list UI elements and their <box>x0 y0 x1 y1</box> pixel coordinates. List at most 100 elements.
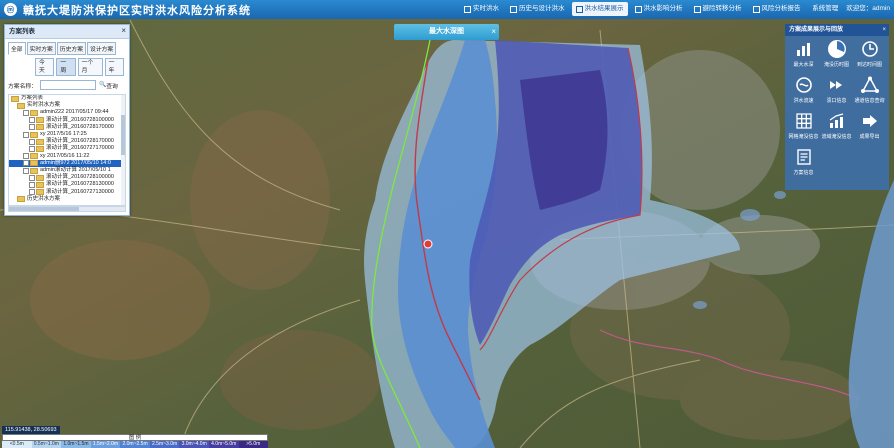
folder-icon <box>36 138 44 145</box>
tree-checkbox[interactable] <box>29 117 35 124</box>
search-row: 方案名称： 🔍 查询 <box>8 80 126 90</box>
tree-checkbox[interactable] <box>29 182 35 189</box>
legend-class-6: 3.0m~4.0m <box>179 441 209 448</box>
time-button-3[interactable]: 一年 <box>104 58 124 76</box>
nav-item-label: 避险转移分析 <box>702 5 742 12</box>
scheme-list-panel: × 方案列表 全部 实时方案 历史方案 设计方案 今天 一周 一个月 一年 方案名称： 🔍 … <box>4 24 130 216</box>
result-tool-label: 到达时间图 <box>856 62 882 68</box>
export-icon <box>859 110 881 132</box>
folder-icon <box>30 131 38 138</box>
folder-icon <box>17 102 25 109</box>
tree-checkbox[interactable] <box>23 160 29 167</box>
nav-item-0[interactable]: 实时洪水 <box>460 2 503 16</box>
nav-item-4[interactable]: 避险转移分析 <box>690 2 746 16</box>
system-manage-link[interactable]: 系统管理 <box>812 2 838 16</box>
tree-checkbox[interactable] <box>23 110 29 116</box>
tree-node[interactable]: xy 2017/05/16 11:22 <box>9 153 125 160</box>
result-tool-label: 最大水深 <box>793 62 814 68</box>
legend-class-3: 1.5m~2.0m <box>90 441 121 448</box>
tree-node[interactable]: 滚动计算_20160727130000 <box>9 189 125 196</box>
result-tool-9[interactable]: 方案信息 <box>787 146 820 182</box>
time-button-2[interactable]: 一个月 <box>77 58 103 76</box>
tree-node-label: xy 2017/05/16 11:22 <box>40 152 90 159</box>
result-tool-label: 洪水流速 <box>793 98 814 104</box>
scheme-tab-3[interactable]: 设计方案 <box>87 42 117 55</box>
result-tool-0[interactable]: 最大水深 <box>787 38 820 74</box>
search-icon[interactable]: 🔍 <box>99 82 106 88</box>
welcome-user[interactable]: 欢迎您：admin <box>846 2 890 16</box>
result-panel-title: 方案成果展示与回放 <box>789 27 844 33</box>
nav-item-label: 实时洪水 <box>473 5 499 12</box>
nav-item-1[interactable]: 历史与设计洪水 <box>506 2 569 16</box>
satellite-flood-map[interactable] <box>0 0 894 448</box>
result-tool-grid: 最大水深 淹没历时图 到达时间图洪水流速 溃口信息 通道信息查询 网格淹没信息 流域淹没信息… <box>785 36 889 184</box>
result-panel-close-icon[interactable]: × <box>882 24 886 36</box>
tree-checkbox[interactable] <box>29 174 35 181</box>
scheme-tab-0[interactable]: 全部 <box>8 42 26 55</box>
tree-checkbox[interactable] <box>23 131 29 138</box>
tree-node[interactable]: 滚动计算_20160728170000 <box>9 124 125 131</box>
result-tool-6[interactable]: 网格淹没信息 <box>787 110 820 146</box>
time-range-buttons: 今天 一周 一个月 一年 <box>35 58 126 76</box>
scheme-name-input[interactable] <box>40 80 96 90</box>
nav-item-icon <box>693 5 701 13</box>
result-tool-4[interactable]: 溃口信息 <box>820 74 853 110</box>
main-nav: 实时洪水 历史与设计洪水 洪水结果展示 洪水影响分析 避险转移分析 风险分析报告 <box>460 2 808 16</box>
folder-icon <box>36 146 44 153</box>
result-tool-label: 方案信息 <box>793 170 814 176</box>
legend-bar: <0.5m 0.5m~1.0m 1.0m~1.5m 1.5m~2.0m 2.0m~2.5… <box>2 441 269 448</box>
user-area: 系统管理 欢迎您：admin <box>804 2 890 16</box>
legend-title: 图 例 <box>2 434 268 441</box>
scheme-tab-1[interactable]: 实时方案 <box>26 42 56 55</box>
result-tool-5[interactable]: 通道信息查询 <box>853 74 886 110</box>
result-tool-1[interactable]: 淹没历时图 <box>820 38 853 74</box>
nav-item-label: 风险分析报告 <box>761 5 801 12</box>
folder-icon <box>30 160 38 167</box>
tree-node-label: admin删972 2017/05/10 14:0 <box>40 159 111 166</box>
tree-checkbox[interactable] <box>29 146 35 153</box>
nav-item-label: 历史与设计洪水 <box>519 5 565 12</box>
clock-icon <box>859 38 881 60</box>
scheme-tree: 方案列表 实时洪水方案 admin222 2017/05/17 09:44 滚动计算_… <box>8 94 126 206</box>
flow-speed-icon <box>793 74 815 96</box>
result-tool-3[interactable]: 洪水流速 <box>787 74 820 110</box>
nav-item-5[interactable]: 风险分析报告 <box>749 2 805 16</box>
result-display-panel: × 方案成果展示与回放 最大水深 淹没历时图 到达时间图洪水流速 溃口信息 通道信息查询… <box>785 24 889 190</box>
nav-item-2[interactable]: 洪水结果展示 <box>571 2 628 16</box>
tree-node[interactable]: 滚动计算_20160727170000 <box>9 145 125 153</box>
scheme-type-tabs: 全部 实时方案 历史方案 设计方案 <box>8 42 126 55</box>
folder-icon <box>30 167 38 174</box>
scheme-list-title: 方案列表 <box>9 28 35 35</box>
tree-node[interactable]: admin删972 2017/05/10 14:0 <box>9 159 125 168</box>
tree-node-label: 实时洪水方案 <box>27 102 61 109</box>
tree-checkbox[interactable] <box>23 167 29 174</box>
banner-close-icon[interactable]: × <box>491 24 496 40</box>
tree-node[interactable]: 实时洪水方案 <box>9 102 125 109</box>
tree-checkbox[interactable] <box>23 153 29 160</box>
tree-node[interactable]: 历史洪水方案 <box>9 196 125 203</box>
search-button[interactable]: 查询 <box>106 81 118 90</box>
result-tool-8[interactable]: 成果导出 <box>853 110 886 146</box>
tree-checkbox[interactable] <box>29 189 35 196</box>
search-label: 方案名称： <box>8 83 37 90</box>
tree-node[interactable]: 滚动计算_20160728100000 <box>9 117 125 124</box>
tree-node-label: 滚动计算_20160728170000 <box>46 123 114 130</box>
panel-close-icon[interactable]: × <box>121 25 126 36</box>
tree-node-label: 滚动计算_20160727130000 <box>46 188 114 195</box>
result-tool-7[interactable]: 流域淹没信息 <box>820 110 853 146</box>
tree-checkbox[interactable] <box>29 138 35 145</box>
tree-node[interactable]: 滚动计算_20160728130000 <box>9 181 125 189</box>
time-button-1[interactable]: 一周 <box>56 58 76 76</box>
scheme-tab-2[interactable]: 历史方案 <box>56 42 87 55</box>
result-tool-2[interactable]: 到达时间图 <box>853 38 886 74</box>
tree-horizontal-scrollbar[interactable] <box>8 206 126 212</box>
nav-item-3[interactable]: 洪水影响分析 <box>631 2 687 16</box>
time-button-0[interactable]: 今天 <box>35 58 55 76</box>
coordinate-readout: 115.91438, 28.50693 <box>2 426 60 434</box>
legend-class-2: 1.0m~1.5m <box>61 441 91 448</box>
breach-marker[interactable] <box>423 239 433 249</box>
network-icon <box>859 74 881 96</box>
tree-checkbox[interactable] <box>29 124 35 131</box>
tree-vertical-scrollbar[interactable] <box>121 95 125 205</box>
tree-node[interactable]: admin222 2017/05/17 09:44 <box>9 109 125 116</box>
